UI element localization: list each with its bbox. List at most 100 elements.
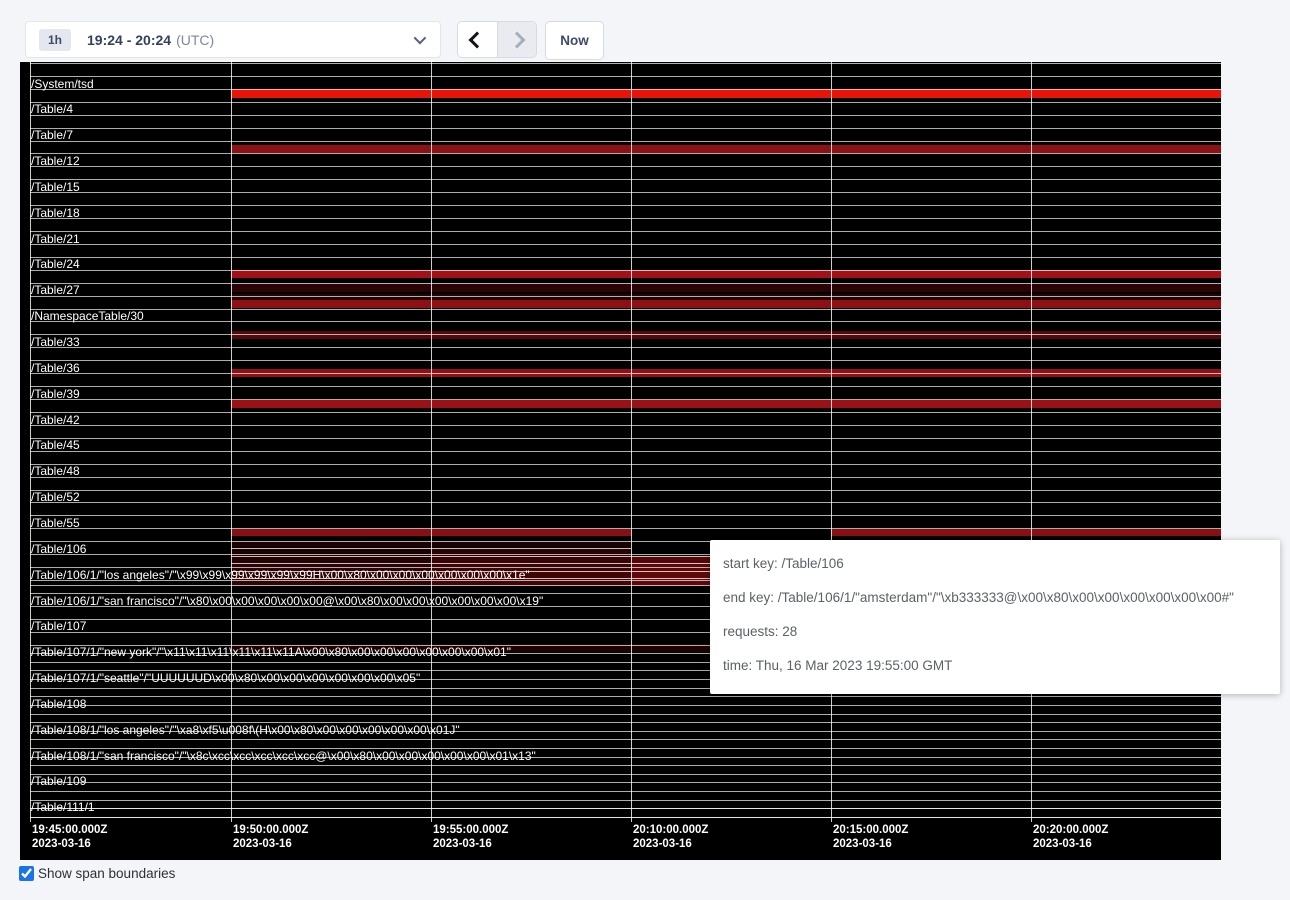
time-gridline <box>431 62 432 822</box>
span-boundary-line <box>30 63 1221 64</box>
prev-range-button[interactable] <box>458 22 498 57</box>
row-label: /Table/27 <box>31 284 80 297</box>
span-boundary-line <box>30 817 1221 818</box>
span-boundary-line <box>30 774 1221 775</box>
span-boundary-line <box>30 464 1221 465</box>
row-label: /Table/107/1/"new york"/"\x11\x11\x11\x1… <box>31 646 511 659</box>
row-label: /Table/106/1/"san francisco"/"\x80\x00\x… <box>31 595 543 608</box>
span-boundary-line <box>30 386 1221 387</box>
range-text: 19:24 - 20:24 <box>87 32 171 48</box>
axis-time-label: 20:10:00.000Z <box>633 824 708 836</box>
axis-date-label: 2023-03-16 <box>233 838 292 850</box>
row-label: /Table/39 <box>31 388 80 401</box>
span-boundary-line <box>30 334 1221 335</box>
span-boundary-line <box>30 141 1221 142</box>
heatmap-band <box>231 300 1221 308</box>
show-span-boundaries-label: Show span boundaries <box>38 866 175 881</box>
chevron-right-icon <box>508 31 525 48</box>
row-label: /Table/18 <box>31 207 80 220</box>
span-tooltip: start key: /Table/106 end key: /Table/10… <box>710 540 1280 694</box>
row-label: /Table/108/1/"los angeles"/"\xa8\xf5\u00… <box>31 724 460 737</box>
span-boundary-line <box>30 309 1221 310</box>
span-boundary-line <box>30 231 1221 232</box>
time-gridline <box>631 62 632 822</box>
span-boundary-line <box>30 321 1221 322</box>
span-boundary-line <box>30 179 1221 180</box>
row-label: /Table/106 <box>31 543 86 556</box>
heatmap-band <box>231 400 1221 408</box>
span-boundary-line <box>30 244 1221 245</box>
next-range-button[interactable] <box>498 22 537 57</box>
time-gridline <box>831 62 832 822</box>
tooltip-start-key: start key: /Table/106 <box>723 553 1280 574</box>
axis-date-label: 2023-03-16 <box>433 838 492 850</box>
row-label: /Table/52 <box>31 491 80 504</box>
row-label: /Table/21 <box>31 233 80 246</box>
row-label: /System/tsd <box>31 78 94 91</box>
span-boundary-line <box>30 502 1221 503</box>
time-range-selector[interactable]: 1h 19:24 - 20:24 (UTC) <box>25 21 441 58</box>
row-label: /Table/111/1 <box>31 801 95 814</box>
row-label: /Table/7 <box>31 129 73 142</box>
span-boundary-line <box>30 128 1221 129</box>
row-label: /Table/33 <box>31 336 80 349</box>
heatmap-canvas[interactable]: /System/tsd/Table/4/Table/7/Table/12/Tab… <box>20 62 1221 860</box>
tooltip-time: time: Thu, 16 Mar 2023 19:55:00 GMT <box>723 655 1280 676</box>
time-nav-group <box>457 21 537 58</box>
axis-date-label: 2023-03-16 <box>833 838 892 850</box>
range-preset-badge: 1h <box>39 29 71 51</box>
span-boundary-line <box>30 192 1221 193</box>
span-boundary-line <box>30 89 1221 90</box>
time-gridline <box>1031 62 1032 822</box>
row-label: /Table/107 <box>31 620 86 633</box>
row-label: /Table/45 <box>31 439 80 452</box>
span-boundary-line <box>30 270 1221 271</box>
chevron-down-icon <box>414 32 427 45</box>
axis-time-label: 19:45:00.000Z <box>32 824 107 836</box>
span-boundary-line <box>30 76 1221 77</box>
span-boundary-line <box>30 696 1221 697</box>
row-label: /Table/15 <box>31 181 80 194</box>
span-boundary-line <box>30 791 1221 792</box>
tooltip-end-key: end key: /Table/106/1/"amsterdam"/"\xb33… <box>723 587 1280 608</box>
row-label: /Table/36 <box>31 362 80 375</box>
span-boundary-line <box>30 102 1221 103</box>
row-label: /Table/4 <box>31 103 73 116</box>
time-gridline <box>231 62 232 822</box>
span-boundary-line <box>30 765 1221 766</box>
now-button[interactable]: Now <box>545 21 604 60</box>
row-label: /Table/106/1/"los angeles"/"\x99\x99\x99… <box>31 569 530 582</box>
axis-time-label: 20:15:00.000Z <box>833 824 908 836</box>
span-boundary-line <box>30 714 1221 715</box>
span-boundary-line <box>30 296 1221 297</box>
chevron-left-icon <box>469 31 486 48</box>
span-boundary-line <box>30 528 1221 529</box>
axis-date-label: 2023-03-16 <box>633 838 692 850</box>
span-boundary-line <box>30 782 1221 783</box>
heatmap-band <box>431 556 631 563</box>
span-boundaries-control: Show span boundaries <box>19 866 175 881</box>
row-label: /Table/108/1/"san francisco"/"\x8c\xcc\x… <box>31 750 536 763</box>
row-label: /Table/42 <box>31 414 80 427</box>
span-boundary-line <box>30 373 1221 374</box>
span-boundary-line <box>30 477 1221 478</box>
span-boundary-line <box>30 153 1221 154</box>
span-boundary-line <box>30 438 1221 439</box>
heatmap-band <box>231 556 431 563</box>
row-label: /Table/55 <box>31 517 80 530</box>
span-boundary-line <box>30 360 1221 361</box>
axis-date-label: 2023-03-16 <box>1033 838 1092 850</box>
span-boundary-line <box>30 412 1221 413</box>
row-label: /NamespaceTable/30 <box>31 310 144 323</box>
row-label: /Table/24 <box>31 258 80 271</box>
span-boundary-line <box>30 808 1221 809</box>
span-boundary-line <box>30 739 1221 740</box>
heatmap-band <box>831 529 1221 537</box>
row-label: /Table/109 <box>31 775 86 788</box>
span-boundary-line <box>30 347 1221 348</box>
range-timezone: (UTC) <box>176 32 214 48</box>
show-span-boundaries-checkbox[interactable] <box>19 866 34 881</box>
row-label: /Table/12 <box>31 155 80 168</box>
span-boundary-line <box>30 218 1221 219</box>
span-boundary-line <box>30 705 1221 706</box>
